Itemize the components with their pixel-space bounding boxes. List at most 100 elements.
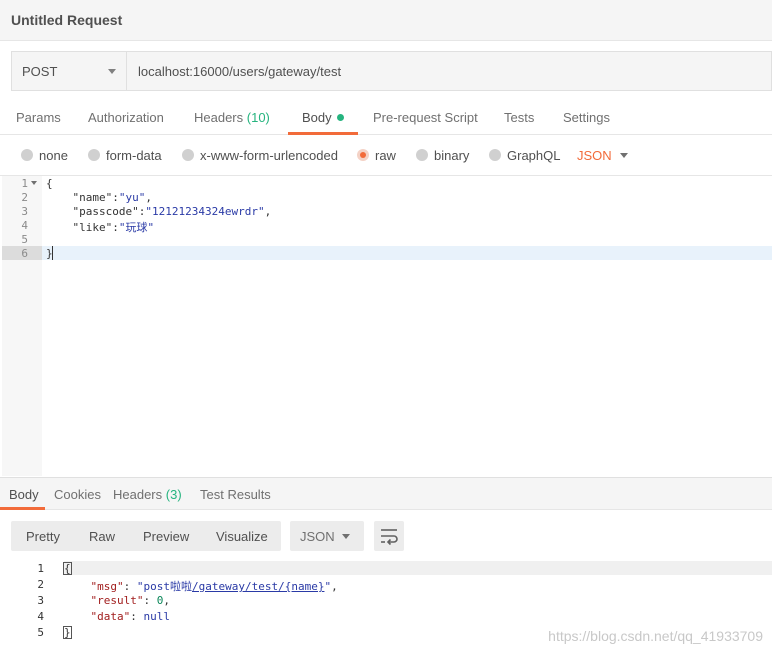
response-toolbar: Pretty Raw Preview Visualize JSON	[0, 511, 772, 561]
tab-prerequest-script[interactable]: Pre-request Script	[373, 110, 478, 125]
line-number: 4	[37, 610, 44, 623]
line-number: 5	[21, 233, 28, 246]
json-colon: :	[112, 191, 119, 204]
resp-code-line-2: "msg": "post啦啦/gateway/test/{name}",	[90, 580, 338, 593]
request-title[interactable]: Untitled Request	[11, 12, 122, 28]
radio-form-data[interactable]: form-data	[88, 148, 162, 163]
radio-raw[interactable]: raw	[357, 148, 396, 163]
radio-none-label: none	[39, 148, 68, 163]
radio-urlencoded[interactable]: x-www-form-urlencoded	[182, 148, 338, 163]
view-mode-group: Pretty Raw Preview Visualize	[11, 521, 281, 551]
tab-body-label: Body	[302, 110, 332, 125]
resp-headers-count-badge: (3)	[165, 487, 182, 502]
json-key: "result"	[90, 594, 144, 607]
response-tabs: Body Cookies Headers (3) Test Results	[0, 477, 772, 510]
line-number: 1	[37, 562, 44, 575]
json-value: "yu"	[118, 191, 146, 204]
active-line-highlight	[42, 246, 772, 260]
radio-urlencoded-label: x-www-form-urlencoded	[200, 148, 338, 163]
radio-off-icon	[489, 149, 501, 161]
line-number: 4	[21, 219, 28, 232]
tab-params[interactable]: Params	[16, 110, 61, 125]
line-number: 6	[21, 247, 28, 260]
wrap-lines-button[interactable]	[374, 521, 404, 551]
raw-button[interactable]: Raw	[89, 529, 115, 544]
url-bar: POST localhost:16000/users/gateway/test	[11, 51, 772, 91]
visualize-button[interactable]: Visualize	[216, 529, 268, 544]
radio-off-icon	[416, 149, 428, 161]
radio-none[interactable]: none	[21, 148, 68, 163]
json-key: "data"	[90, 610, 131, 623]
body-mode-selector: none form-data x-www-form-urlencoded raw…	[0, 136, 772, 176]
headers-count-badge: (10)	[246, 110, 270, 125]
request-body-editor[interactable]: 1 2 3 4 5 6 { "name":"yu", "passcode":"1…	[0, 176, 772, 476]
line-number: 2	[21, 191, 28, 204]
json-comma: ,	[145, 191, 152, 204]
response-format-select[interactable]: JSON	[290, 521, 364, 551]
json-null: null	[143, 610, 171, 623]
line-number: 3	[21, 205, 28, 218]
radio-raw-label: raw	[375, 148, 396, 163]
json-link[interactable]: /gateway/test/{name}	[192, 580, 324, 593]
code-line-2: "name":"yu",	[46, 191, 153, 204]
active-line-highlight	[64, 561, 772, 575]
tab-body[interactable]: Body	[302, 110, 344, 125]
pretty-button[interactable]: Pretty	[26, 529, 60, 544]
resp-code-line-4: "data": null	[90, 610, 171, 623]
radio-graphql-label: GraphQL	[507, 148, 561, 163]
line-number: 3	[37, 594, 44, 607]
fold-arrow-icon[interactable]	[31, 181, 37, 185]
radio-graphql[interactable]: GraphQL	[489, 148, 560, 163]
code-line-4: "like":"玩球"	[46, 219, 155, 235]
method-select[interactable]: POST	[12, 52, 127, 90]
json-value-end: "	[324, 580, 332, 593]
resp-code-line-1: {	[64, 562, 71, 575]
wrap-lines-icon	[381, 529, 398, 546]
preview-button[interactable]: Preview	[143, 529, 189, 544]
json-value: "post啦啦	[136, 580, 192, 593]
radio-on-icon	[357, 149, 369, 161]
json-key: "msg"	[90, 580, 124, 593]
request-title-bar: Untitled Request	[0, 0, 772, 41]
chevron-down-icon	[342, 534, 350, 539]
resp-tab-test-results[interactable]: Test Results	[200, 487, 271, 502]
json-key: "like"	[72, 221, 113, 234]
radio-off-icon	[21, 149, 33, 161]
json-number: 0	[156, 594, 164, 607]
chevron-down-icon[interactable]	[620, 153, 628, 158]
line-number: 1	[21, 177, 28, 190]
resp-code-line-3: "result": 0,	[90, 594, 170, 607]
line-number: 2	[37, 578, 44, 591]
json-key: "passcode"	[72, 205, 139, 218]
tab-tests[interactable]: Tests	[504, 110, 534, 125]
chevron-down-icon	[108, 69, 116, 74]
code-line-3: "passcode":"12121234324ewrdr",	[46, 205, 272, 218]
resp-tab-body[interactable]: Body	[9, 487, 39, 502]
radio-binary[interactable]: binary	[416, 148, 469, 163]
response-format-label: JSON	[300, 529, 335, 544]
resp-tab-headers-label: Headers	[113, 487, 163, 502]
body-format-select[interactable]: JSON	[577, 148, 612, 163]
radio-off-icon	[88, 149, 100, 161]
url-input[interactable]: localhost:16000/users/gateway/test	[138, 64, 341, 79]
json-comma: ,	[264, 205, 272, 218]
json-value: "玩球"	[118, 221, 155, 234]
tab-headers[interactable]: Headers (10)	[194, 110, 270, 125]
text-cursor	[52, 246, 53, 260]
watermark: https://blog.csdn.net/qq_41933709	[548, 628, 763, 644]
tab-headers-label: Headers	[194, 110, 244, 125]
resp-tab-headers[interactable]: Headers (3)	[113, 487, 182, 502]
resp-tab-cookies[interactable]: Cookies	[54, 487, 101, 502]
active-resp-tab-indicator	[0, 507, 45, 510]
radio-form-data-label: form-data	[106, 148, 162, 163]
method-label: POST	[22, 64, 58, 79]
json-colon: :	[112, 221, 119, 234]
code-line-1: {	[46, 177, 53, 190]
radio-off-icon	[182, 149, 194, 161]
tab-settings[interactable]: Settings	[563, 110, 610, 125]
json-value: "12121234324ewrdr"	[145, 205, 265, 218]
json-key: "name"	[72, 191, 113, 204]
request-tabs: Params Authorization Headers (10) Body P…	[0, 100, 772, 135]
modified-dot-icon	[336, 114, 344, 121]
tab-authorization[interactable]: Authorization	[88, 110, 164, 125]
